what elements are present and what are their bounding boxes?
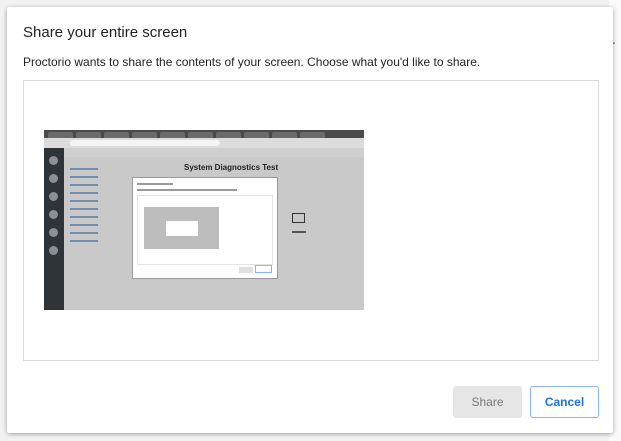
thumbnail-menu-line xyxy=(70,240,98,242)
thumbnail-dialog-cancel-button xyxy=(255,265,272,273)
share-screen-dialog: Share your entire screen Proctorio wants… xyxy=(7,7,613,433)
thumbnail-menu-line xyxy=(70,192,98,194)
thumbnail-sidebar-icon xyxy=(49,210,58,219)
thumbnail-sidebar-icon xyxy=(49,192,58,201)
screen-preview-frame[interactable]: System Diagnostics Test xyxy=(23,80,599,361)
screen-thumbnail[interactable]: System Diagnostics Test xyxy=(44,130,364,310)
thumbnail-menu-line xyxy=(70,184,98,186)
thumbnail-page-heading: System Diagnostics Test xyxy=(184,163,279,172)
thumbnail-breadcrumb-bar xyxy=(44,148,364,157)
thumbnail-url-field xyxy=(70,140,220,146)
thumbnail-menu-line xyxy=(70,216,98,218)
thumbnail-dialog-share-button xyxy=(239,267,253,273)
thumbnail-sidebar-icon xyxy=(49,156,58,165)
thumbnail-mini-screen xyxy=(144,207,219,249)
thumbnail-tab-bar xyxy=(44,130,364,138)
thumbnail-dialog-subtitle-line xyxy=(137,189,237,191)
thumbnail-menu-line xyxy=(70,224,98,226)
thumbnail-sidebar-icon xyxy=(49,246,58,255)
thumbnail-monitor-icon xyxy=(292,213,305,223)
cancel-button[interactable]: Cancel xyxy=(530,386,599,418)
dialog-subtitle: Proctorio wants to share the contents of… xyxy=(23,55,481,69)
thumbnail-nested-dialog xyxy=(132,177,278,279)
thumbnail-mini-dialog xyxy=(166,221,198,236)
thumbnail-dialog-preview-frame xyxy=(137,195,273,265)
thumbnail-menu-line xyxy=(70,168,98,170)
thumbnail-dialog-title-line xyxy=(137,183,173,185)
dialog-title: Share your entire screen xyxy=(23,24,188,41)
thumbnail-monitor-label xyxy=(292,231,306,233)
thumbnail-menu-line xyxy=(70,200,98,202)
thumbnail-menu-line xyxy=(70,176,98,178)
share-button[interactable]: Share xyxy=(453,386,522,418)
thumbnail-sidebar-icon xyxy=(49,174,58,183)
thumbnail-sidebar-icon xyxy=(49,228,58,237)
thumbnail-sidebar xyxy=(44,148,64,310)
thumbnail-menu-line xyxy=(70,208,98,210)
thumbnail-menu-line xyxy=(70,232,98,234)
